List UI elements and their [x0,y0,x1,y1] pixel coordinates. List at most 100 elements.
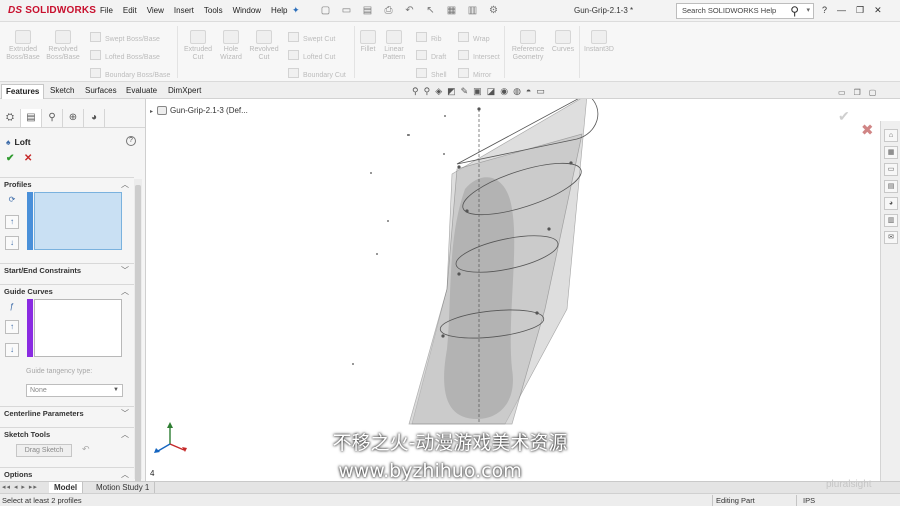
display-style-icon[interactable]: ◪ [487,86,496,97]
menu-help[interactable]: Help [271,6,287,15]
zoom-to-area-icon[interactable]: ⚲ [424,86,431,97]
tab-surfaces[interactable]: Surfaces [81,84,121,99]
feature-manager-tab-icon[interactable]: ⛭ [0,109,21,127]
view-orientation-icon[interactable]: ▣ [473,86,482,97]
move-up-arrow-icon[interactable]: ↑ [5,215,19,229]
menu-edit[interactable]: Edit [123,6,137,15]
linear-pattern-button[interactable]: Linear Pattern [378,30,410,62]
open-document-icon[interactable]: ▭ [339,4,354,17]
menu-insert[interactable]: Insert [174,6,194,15]
search-dropdown-icon[interactable]: ▾ [806,4,810,18]
dynamic-annotation-icon[interactable]: ✎ [461,86,469,97]
tab-dimxpert[interactable]: DimXpert [164,84,205,99]
help-icon[interactable]: ? [126,136,136,146]
file-properties-icon[interactable]: ▥ [465,4,480,17]
help-question-icon[interactable]: ? [822,5,827,16]
search-icon[interactable]: ⚲ [790,4,799,18]
confirm-cancel-icon[interactable]: ✖ [861,121,874,139]
dimxpert-manager-tab-icon[interactable]: ⊕ [63,109,84,127]
wrap-button[interactable]: Wrap [458,32,490,43]
extruded-cut-button[interactable]: Extruded Cut [180,30,216,62]
new-document-icon[interactable]: ▢ [318,4,333,17]
profile-selector-icon[interactable]: ⟳ [5,194,19,208]
profiles-listbox[interactable] [34,192,122,250]
intersect-button[interactable]: Intersect [458,50,500,61]
loft-model-preview[interactable] [147,99,880,481]
select-icon[interactable]: ↖ [423,4,438,17]
cancel-x-icon[interactable]: ✕ [24,153,32,164]
edit-appearance-icon[interactable]: ◍ [513,86,521,97]
guide-tangency-select[interactable]: None ▼ [26,384,123,397]
expand-arrow-icon[interactable]: ▸ [150,109,153,115]
viewport-close-icon[interactable]: ▢ [869,88,877,97]
revolved-cut-button[interactable]: Revolved Cut [246,30,282,62]
menu-tools[interactable]: Tools [204,6,223,15]
zoom-to-fit-icon[interactable]: ⚲ [412,86,419,97]
extruded-boss-button[interactable]: Extruded Boss/Base [4,30,42,62]
design-library-icon[interactable]: ▦ [884,146,898,159]
rib-button[interactable]: Rib [416,32,442,43]
sketch-tools-header[interactable]: Sketch Tools ︿ [0,427,134,441]
chevron-up-icon[interactable]: ︿ [121,428,129,442]
configuration-manager-tab-icon[interactable]: ⚲ [42,109,63,127]
forum-icon[interactable]: ✉ [884,231,898,244]
chevron-down-icon[interactable]: ﹀ [121,264,129,278]
shell-button[interactable]: Shell [416,68,447,79]
file-explorer-icon[interactable]: ▭ [884,163,898,176]
undo-icon[interactable]: ↶ [402,4,417,17]
drag-sketch-button[interactable]: Drag Sketch [16,444,72,457]
options-gear-icon[interactable]: ⚙ [486,4,501,17]
chevron-down-icon[interactable]: ﹀ [121,407,129,421]
viewport-minimize-icon[interactable]: ▭ [838,88,846,97]
lofted-cut-button[interactable]: Lofted Cut [288,50,335,61]
boundary-boss-button[interactable]: Boundary Boss/Base [90,68,170,79]
tab-evaluate[interactable]: Evaluate [122,84,161,99]
previous-view-icon[interactable]: ◈ [435,86,442,97]
centerline-parameters-header[interactable]: Centerline Parameters ﹀ [0,406,134,420]
hole-wizard-button[interactable]: Hole Wizard [215,30,247,62]
help-search-input[interactable]: Search SOLIDWORKS Help ⚲ ▾ [676,3,814,19]
curves-button[interactable]: Curves [549,30,577,54]
move-down-arrow-icon[interactable]: ↓ [5,236,19,250]
solidworks-resources-icon[interactable]: ⌂ [884,129,898,142]
custom-properties-icon[interactable]: ▥ [884,214,898,227]
swept-cut-button[interactable]: Swept Cut [288,32,335,43]
confirm-ok-icon[interactable]: ✔ [838,108,850,125]
hide-show-items-icon[interactable]: ◉ [500,86,508,97]
solidworks-logo[interactable]: DS SOLIDWORKS [8,5,96,16]
menu-file[interactable]: File [100,6,113,15]
appearances-icon[interactable]: ◕ [884,197,898,210]
fillet-button[interactable]: Fillet [356,30,380,54]
view-settings-icon[interactable]: ▭ [536,86,545,97]
panel-scrollbar[interactable] [134,179,142,481]
tab-sketch[interactable]: Sketch [46,84,78,99]
chevron-up-icon[interactable]: ︿ [121,178,129,192]
profiles-section-header[interactable]: Profiles ︿ [0,177,134,191]
guide-curves-section-header[interactable]: Guide Curves ︿ [0,284,134,298]
section-view-icon[interactable]: ◩ [447,86,456,97]
instant3d-button[interactable]: Instant3D [581,30,617,54]
guide-curve-selector-icon[interactable]: ƒ [5,301,19,315]
close-icon[interactable]: ✕ [874,5,882,16]
mirror-button[interactable]: Mirror [458,68,491,79]
reference-geometry-button[interactable]: Reference Geometry [507,30,549,62]
menu-view[interactable]: View [147,6,164,15]
rebuild-icon[interactable]: ▦ [444,4,459,17]
revolved-boss-button[interactable]: Revolved Boss/Base [44,30,82,62]
property-manager-tab-icon[interactable]: ▤ [21,109,42,127]
guide-up-arrow-icon[interactable]: ↑ [5,320,19,334]
minimize-icon[interactable]: — [837,5,846,16]
undo-sketch-icon[interactable]: ↶ [82,444,90,455]
view-palette-icon[interactable]: ▤ [884,180,898,193]
guide-curves-listbox[interactable] [34,299,122,357]
viewport-restore-icon[interactable]: ❐ [854,88,861,97]
guide-down-arrow-icon[interactable]: ↓ [5,343,19,357]
lofted-boss-button[interactable]: Lofted Boss/Base [90,50,160,61]
restore-icon[interactable]: ❐ [856,5,864,16]
boundary-cut-button[interactable]: Boundary Cut [288,68,346,79]
apply-scene-icon[interactable]: ◓ [526,86,531,97]
panel-scroll-thumb[interactable] [135,185,141,481]
tab-navigation-arrows[interactable]: ◂◂ ◂ ▸ ▸▸ [2,483,38,491]
chevron-up-icon[interactable]: ︿ [121,468,129,481]
tab-features[interactable]: Features [1,84,45,99]
